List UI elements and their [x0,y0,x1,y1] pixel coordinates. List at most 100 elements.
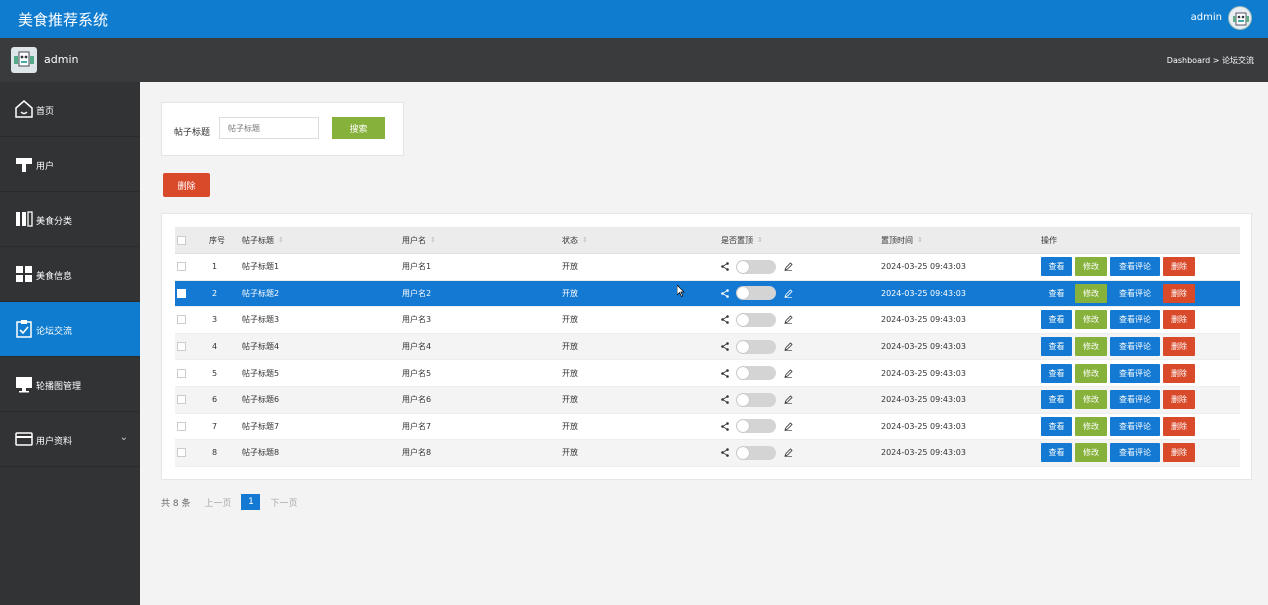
pinned-toggle[interactable] [736,419,776,434]
delete-button[interactable]: 删除 [1163,390,1195,410]
sidebar-item-home[interactable]: 首页 [0,82,140,137]
header-pinned[interactable]: 是否置顶 ⇕ [721,227,763,253]
header-status[interactable]: 状态 ⇕ [562,227,588,253]
edit-button[interactable]: 修改 [1075,363,1107,383]
header-username[interactable]: 用户名 ⇕ [402,227,436,253]
header-title[interactable]: 帖子标题 ⇕ [242,227,284,253]
row-checkbox[interactable] [177,288,186,298]
pinned-toggle[interactable] [736,312,776,327]
view-button[interactable]: 查看 [1041,363,1072,383]
edit-pencil-icon[interactable] [784,342,793,351]
view-button[interactable]: 查看 [1041,257,1072,277]
delete-button[interactable]: 删除 [1163,257,1195,277]
sidebar-item-profile[interactable]: 用户资料 ⌄ [0,412,140,467]
row-checkbox[interactable] [177,342,186,352]
pinned-toggle[interactable] [736,339,776,354]
top-avatar[interactable] [1228,6,1252,30]
edit-button[interactable]: 修改 [1075,416,1107,436]
share-icon[interactable] [721,368,729,378]
edit-pencil-icon[interactable] [784,395,793,405]
view-button[interactable]: 查看 [1041,337,1072,357]
pinned-toggle[interactable] [736,366,776,381]
edit-button[interactable]: 修改 [1075,390,1107,410]
sort-icon[interactable]: ⇕ [430,236,436,244]
sidebar-item-users[interactable]: 用户 [0,137,140,192]
search-button[interactable]: 搜索 [332,117,385,139]
share-icon[interactable] [721,395,729,405]
row-checkbox[interactable] [177,368,186,378]
view-comments-button[interactable]: 查看评论 [1110,337,1160,357]
delete-button[interactable]: 删除 [1163,337,1195,357]
edit-pencil-icon[interactable] [784,422,793,431]
edit-button[interactable]: 修改 [1075,257,1107,277]
row-actions: 查看 修改 查看评论 删除 [1041,440,1198,466]
delete-button[interactable]: 删除 [1163,363,1195,383]
table-row[interactable]: 6 帖子标题6 用户名6 开放 2024-03-25 09:43:03 查看 修改 查看评论删… [175,386,1240,414]
card-icon [15,432,33,446]
pagination-next[interactable]: 下一页 [270,496,297,509]
delete-button[interactable]: 删除 [1163,283,1195,303]
edit-pencil-icon[interactable] [784,289,793,298]
edit-button[interactable]: 修改 [1075,337,1107,357]
table-row[interactable]: 1 帖子标题1 用户名1 开放 2024-03-25 09:43:03 查看 修改 查看评论删… [175,254,1240,281]
view-button[interactable]: 查看 [1041,284,1072,303]
sort-icon[interactable]: ⇕ [757,236,763,244]
pinned-toggle[interactable] [736,445,776,460]
row-checkbox[interactable] [177,421,186,431]
select-all-checkbox[interactable] [177,235,186,245]
table-row[interactable]: 7 帖子标题7 用户名7 开放 2024-03-25 09:43:03 查看 修改 查看评论删… [175,414,1240,441]
share-icon[interactable] [721,342,729,351]
view-button[interactable]: 查看 [1041,310,1072,330]
sidebar-item-food-info[interactable]: 美食信息 [0,247,140,302]
table-row[interactable]: 4 帖子标题4 用户名4 开放 2024-03-25 09:43:03 查看 修改 查看评论删… [175,333,1240,361]
edit-pencil-icon[interactable] [784,448,793,458]
sidebar-item-forum[interactable]: 论坛交流 [0,302,140,357]
view-comments-button[interactable]: 查看评论 [1110,284,1160,303]
sort-icon[interactable]: ⇕ [582,236,588,244]
view-button[interactable]: 查看 [1041,390,1072,410]
table-row[interactable]: 8 帖子标题8 用户名8 开放 2024-03-25 09:43:03 查看 修改 查看评论删… [175,440,1240,467]
sort-icon[interactable]: ⇕ [917,236,923,244]
edit-pencil-icon[interactable] [784,262,793,272]
delete-button[interactable]: 删除 [1163,416,1195,436]
view-button[interactable]: 查看 [1041,416,1072,436]
view-comments-button[interactable]: 查看评论 [1110,416,1160,436]
view-button[interactable]: 查看 [1041,443,1072,463]
view-comments-button[interactable]: 查看评论 [1110,363,1160,383]
edit-button[interactable]: 修改 [1075,443,1107,463]
pagination-prev[interactable]: 上一页 [204,496,231,509]
delete-button[interactable]: 删除 [1163,310,1195,330]
table-row[interactable]: 2 帖子标题2 用户名2 开放 2024-03-25 09:43:03 查看 修改 查看评论删… [175,280,1240,308]
share-icon[interactable] [721,422,729,431]
edit-pencil-icon[interactable] [784,315,793,325]
sort-icon[interactable]: ⇕ [278,236,284,244]
search-input[interactable] [219,117,319,139]
row-checkbox[interactable] [177,262,186,272]
share-icon[interactable] [721,262,729,272]
share-icon[interactable] [721,289,729,298]
view-comments-button[interactable]: 查看评论 [1110,443,1160,463]
header-pin-time[interactable]: 置顶时间 ⇕ [881,227,923,253]
table-row[interactable]: 5 帖子标题5 用户名5 开放 2024-03-25 09:43:03 查看 修改 查看评论删… [175,360,1240,387]
sidebar-item-carousel[interactable]: 轮播图管理 [0,357,140,412]
row-checkbox[interactable] [177,448,186,458]
pagination-page-1[interactable]: 1 [241,494,261,510]
row-checkbox[interactable] [177,395,186,405]
bulk-delete-button[interactable]: 删除 [163,173,210,197]
sidebar-item-food-category[interactable]: 美食分类 [0,192,140,247]
edit-pencil-icon[interactable] [784,369,793,378]
top-username[interactable]: admin [1191,12,1222,23]
edit-button[interactable]: 修改 [1075,283,1107,303]
delete-button[interactable]: 删除 [1163,443,1195,463]
share-icon[interactable] [721,448,729,458]
pinned-toggle[interactable] [736,286,776,301]
view-comments-button[interactable]: 查看评论 [1110,310,1160,330]
view-comments-button[interactable]: 查看评论 [1110,257,1160,277]
pinned-toggle[interactable] [736,392,776,407]
pinned-toggle[interactable] [736,259,776,274]
share-icon[interactable] [721,315,729,325]
edit-button[interactable]: 修改 [1075,310,1107,330]
view-comments-button[interactable]: 查看评论 [1110,390,1160,410]
row-checkbox[interactable] [177,315,186,325]
table-row[interactable]: 3 帖子标题3 用户名3 开放 2024-03-25 09:43:03 查看 修改 查看评论删… [175,307,1240,334]
